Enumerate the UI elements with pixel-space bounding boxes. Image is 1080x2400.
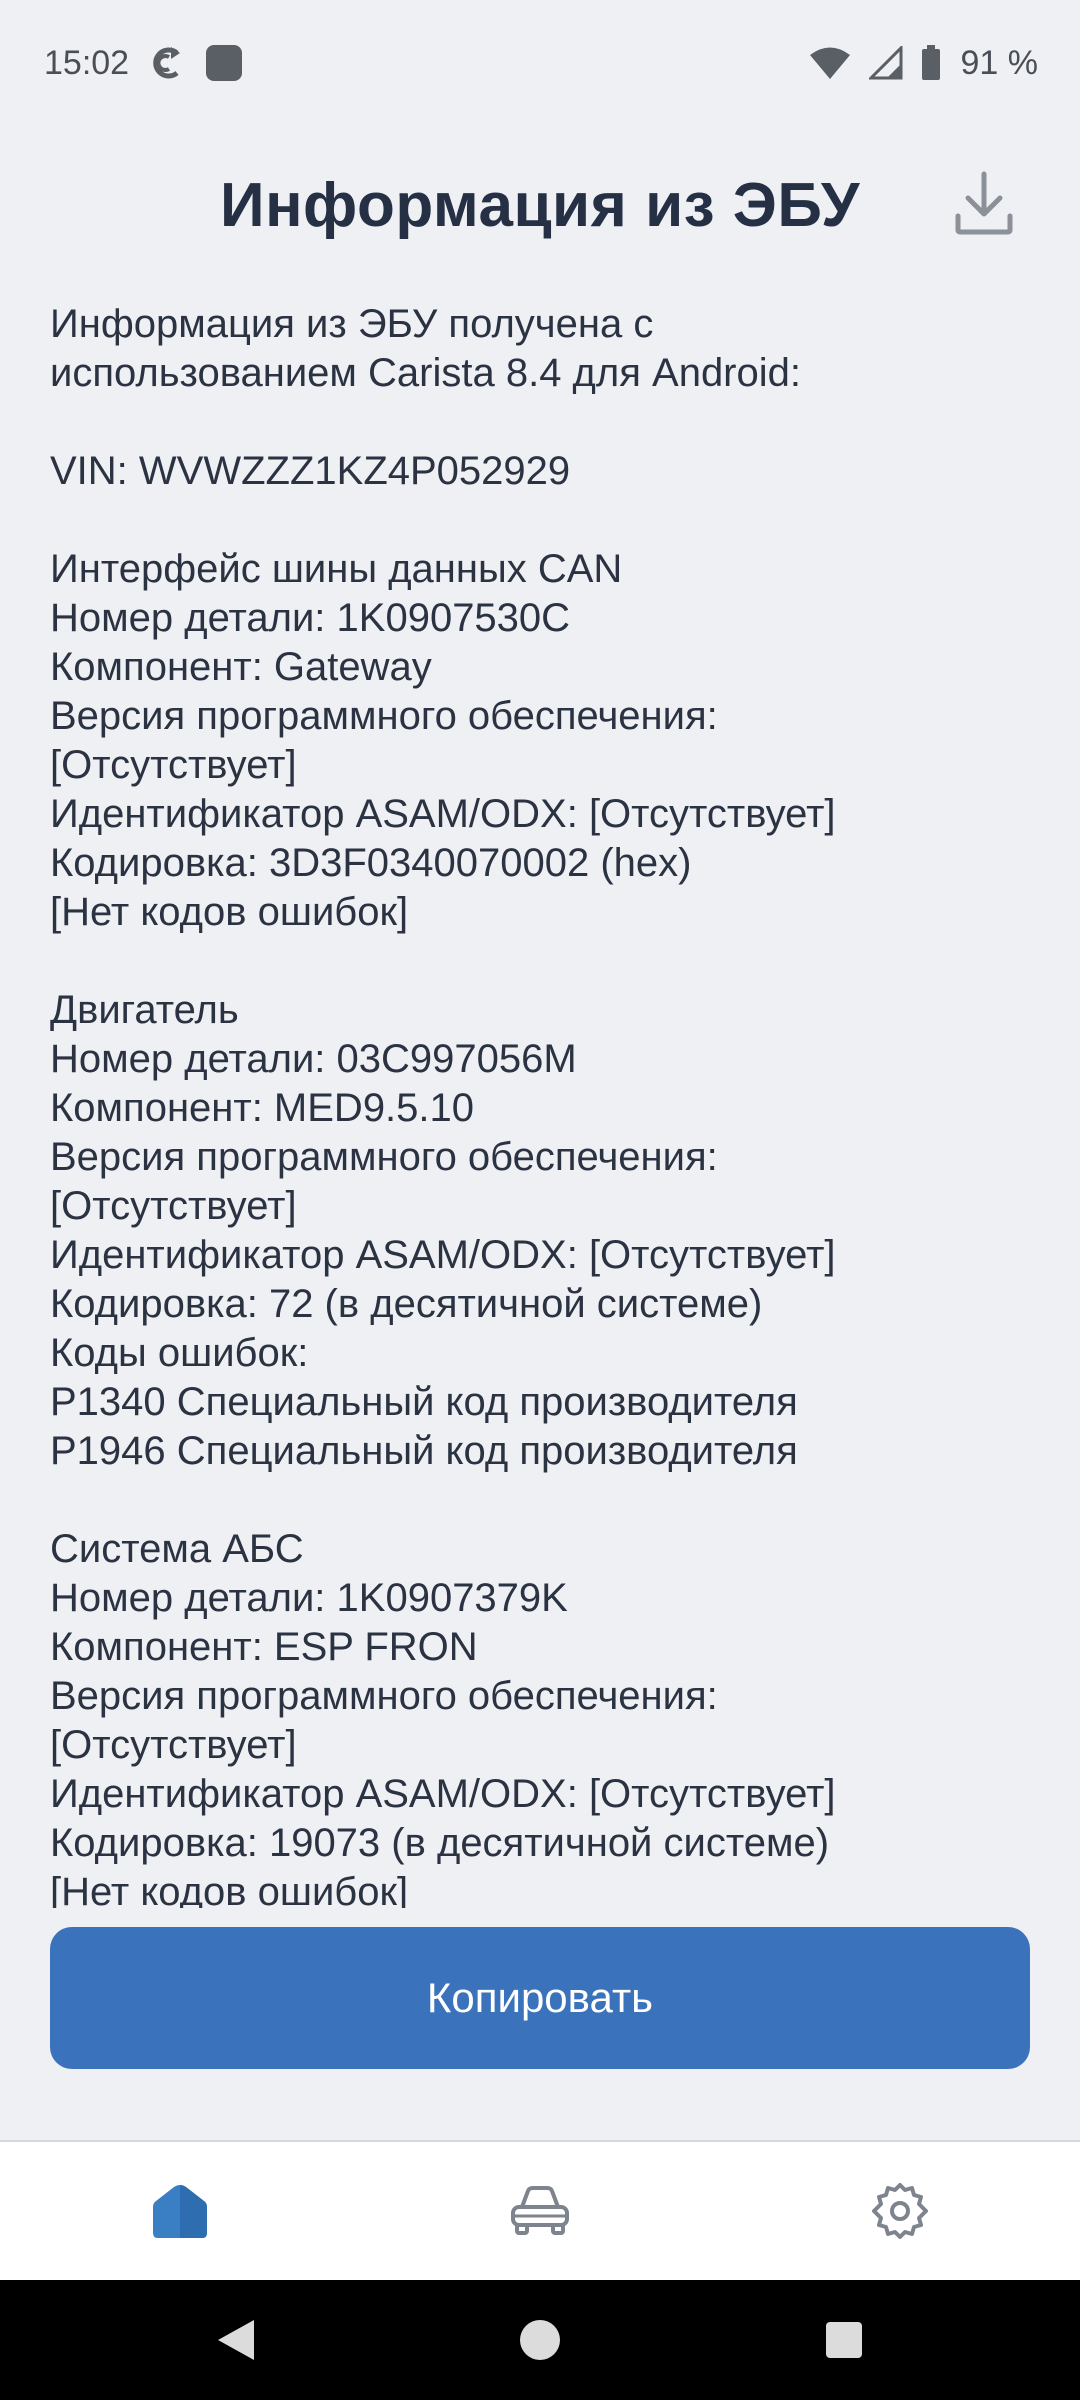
- settings-icon: [872, 2183, 928, 2239]
- status-bar: 15:02 91 %: [0, 0, 1080, 126]
- app-square-icon: [205, 44, 243, 82]
- nav-settings[interactable]: [800, 2151, 1000, 2271]
- recents-button[interactable]: [814, 2310, 874, 2370]
- recents-icon: [826, 2322, 862, 2358]
- ecu-info-text: Информация из ЭБУ получена с использован…: [50, 302, 836, 1908]
- car-icon: [511, 2186, 569, 2235]
- home-circle-icon: [520, 2320, 560, 2360]
- home-icon: [153, 2185, 207, 2238]
- nav-car[interactable]: [440, 2151, 640, 2271]
- battery-icon: [921, 45, 941, 81]
- status-time: 15:02: [44, 43, 130, 82]
- battery-percent: 91 %: [960, 43, 1039, 82]
- back-button[interactable]: [206, 2310, 266, 2370]
- sync-icon: [147, 43, 187, 83]
- back-icon: [218, 2320, 254, 2360]
- nav-home[interactable]: [80, 2151, 280, 2271]
- status-right: 91 %: [809, 43, 1039, 83]
- status-left: 15:02: [44, 43, 243, 83]
- copy-button[interactable]: Копировать: [50, 1927, 1030, 2069]
- download-button[interactable]: [946, 160, 1022, 246]
- home-system-button[interactable]: [510, 2310, 570, 2370]
- signal-icon: [868, 46, 903, 80]
- page-title: Информация из ЭБУ: [220, 170, 860, 240]
- wifi-icon: [809, 46, 851, 80]
- system-navigation-bar: [0, 2280, 1080, 2400]
- ecu-info-scroll[interactable]: Информация из ЭБУ получена с использован…: [50, 300, 1040, 1908]
- page-header: Информация из ЭБУ: [0, 150, 1080, 260]
- download-icon: [955, 171, 1013, 235]
- bottom-navigation: [0, 2140, 1080, 2280]
